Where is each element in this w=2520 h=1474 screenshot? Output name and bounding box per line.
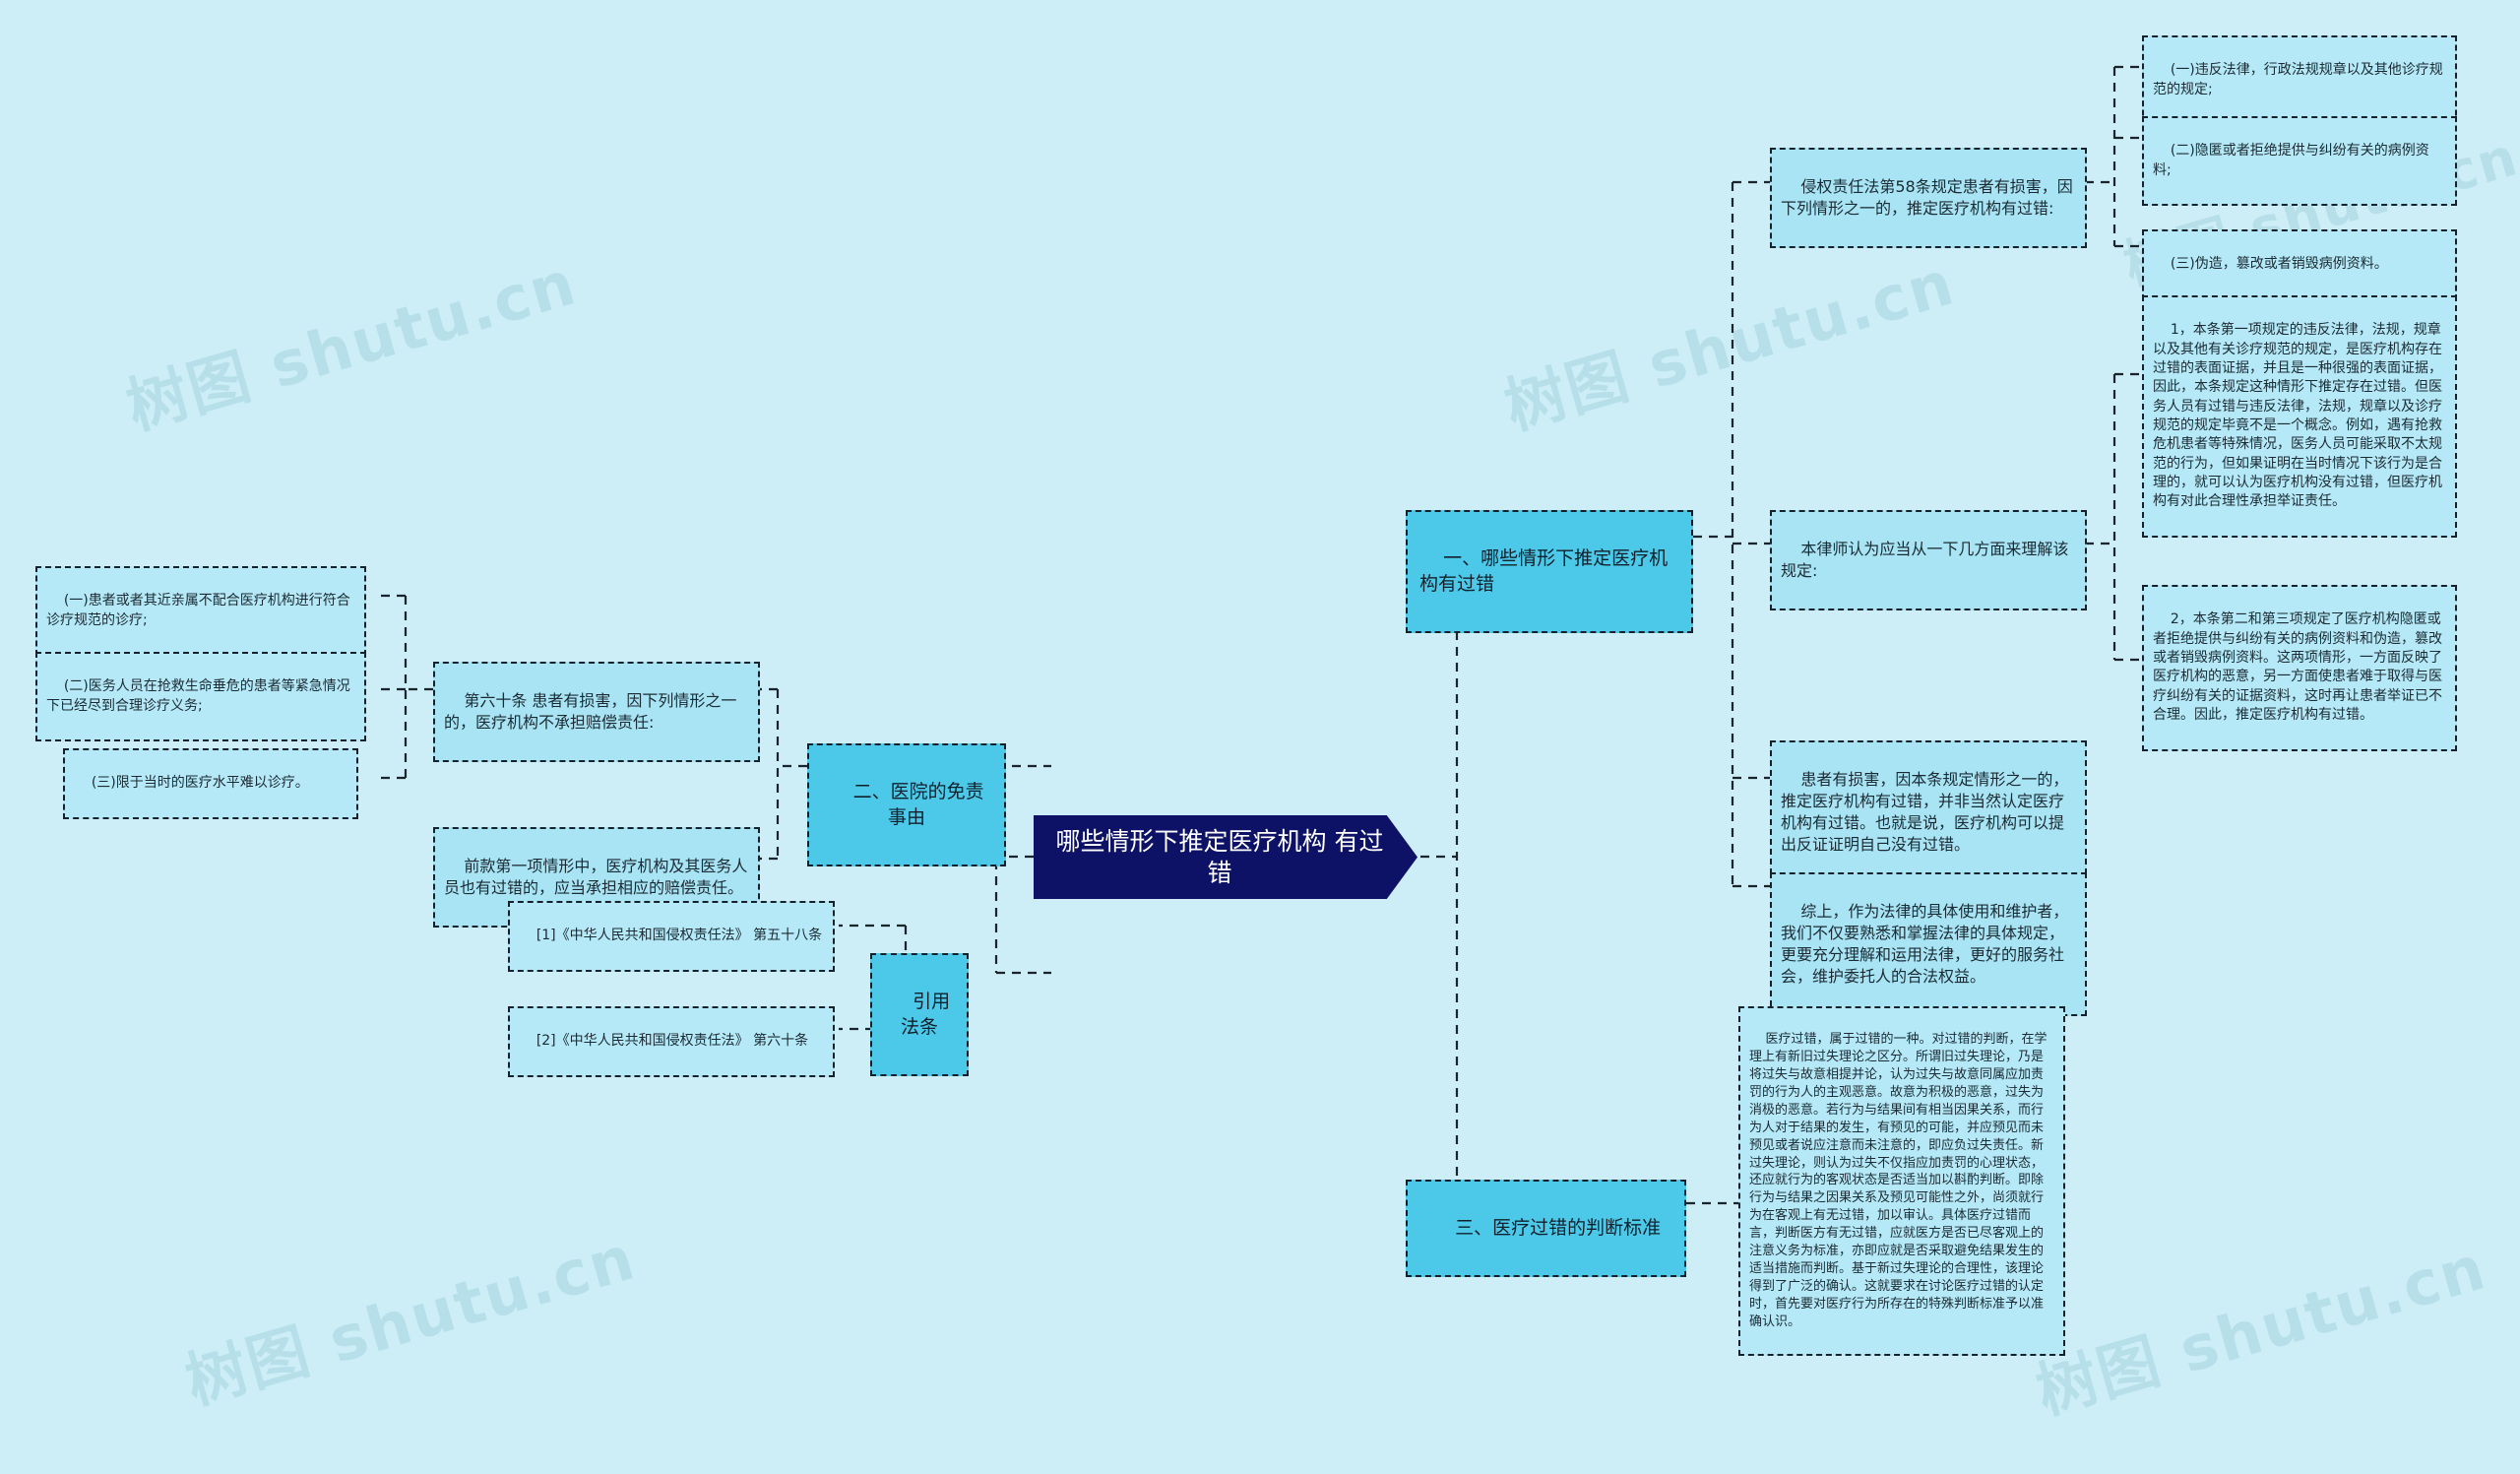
node-b2c1s3-label: (三)限于当时的医疗水平难以诊疗。 — [91, 775, 309, 792]
watermark: 树图 shutu.cn — [1496, 246, 1963, 444]
node-b2c1s1[interactable]: (一)患者或者其近亲属不配合医疗机构进行符合诊疗规范的诊疗; — [35, 566, 366, 657]
watermark: 树图 shutu.cn — [118, 246, 585, 444]
node-b1c1s3[interactable]: (三)伪造，篡改或者销毁病例资料。 — [2142, 229, 2457, 300]
node-b3c2[interactable]: [2]《中华人民共和国侵权责任法》 第六十条 — [508, 1006, 835, 1077]
node-b2c1s1-label: (一)患者或者其近亲属不配合医疗机构进行符合诊疗规范的诊疗; — [46, 593, 350, 628]
mindmap-canvas: 树图 shutu.cn 树图 shutu.cn 树图 shutu.cn 树图 s… — [0, 0, 2520, 1474]
branch-3-label: 引用法条 — [900, 991, 951, 1039]
branch-1-label: 一、哪些情形下推定医疗机构有过错 — [1419, 547, 1669, 596]
root-node[interactable]: 哪些情形下推定医疗机构 有过错 — [1034, 815, 1418, 899]
root-title: 哪些情形下推定医疗机构 有过错 — [1055, 826, 1384, 887]
node-b1c1s3-label: (三)伪造，篡改或者销毁病例资料。 — [2170, 256, 2388, 273]
node-b2c1s3[interactable]: (三)限于当时的医疗水平难以诊疗。 — [63, 748, 358, 819]
node-b1c1s2-label: (二)隐匿或者拒绝提供与纠纷有关的病例资料; — [2153, 143, 2429, 178]
node-b1c1s1[interactable]: (一)违反法律，行政法规规章以及其他诊疗规范的规定; — [2142, 35, 2457, 126]
node-b3c2-label: [2]《中华人民共和国侵权责任法》 第六十条 — [536, 1033, 809, 1050]
node-b3c1[interactable]: [1]《中华人民共和国侵权责任法》 第五十八条 — [508, 901, 835, 972]
node-b1c1s1-label: (一)违反法律，行政法规规章以及其他诊疗规范的规定; — [2153, 62, 2443, 97]
watermark: 树图 shutu.cn — [177, 1221, 644, 1419]
node-b1c4-label: 综上，作为法律的具体使用和维护者，我们不仅要熟悉和掌握法律的具体规定，更要充分理… — [1781, 902, 2069, 987]
node-b1c2s2-label: 2，本条第二和第三项规定了医疗机构隐匿或者拒绝提供与纠纷有关的病例资料和伪造，篡… — [2153, 611, 2442, 723]
node-b4c1-label: 医疗过错，属于过错的一种。对过错的判断，在学理上有新旧过失理论之区分。所谓旧过失… — [1749, 1031, 2048, 1329]
node-b1c3[interactable]: 患者有损害，因本条规定情形之一的，推定医疗机构有过错，并非当然认定医疗机构有过错… — [1770, 740, 2087, 885]
branch-node-4[interactable]: 三、医疗过错的判断标准 — [1406, 1180, 1686, 1277]
node-b1c3-label: 患者有损害，因本条规定情形之一的，推定医疗机构有过错，并非当然认定医疗机构有过错… — [1781, 770, 2069, 855]
branch-node-3[interactable]: 引用法条 — [870, 953, 969, 1076]
node-b3c1-label: [1]《中华人民共和国侵权责任法》 第五十八条 — [536, 928, 823, 944]
node-b2c1-label: 第六十条 患者有损害，因下列情形之一的，医疗机构不承担赔偿责任: — [444, 691, 737, 733]
node-b1c2[interactable]: 本律师认为应当从一下几方面来理解该规定: — [1770, 510, 2087, 611]
node-b1c1-label: 侵权责任法第58条规定患者有损害，因下列情形之一的，推定医疗机构有过错: — [1781, 177, 2073, 219]
node-b4c1[interactable]: 医疗过错，属于过错的一种。对过错的判断，在学理上有新旧过失理论之区分。所谓旧过失… — [1738, 1006, 2065, 1356]
branch-4-label: 三、医疗过错的判断标准 — [1455, 1217, 1662, 1240]
branch-node-2[interactable]: 二、医院的免责事由 — [807, 743, 1006, 866]
branch-2-label: 二、医院的免责事由 — [852, 781, 984, 829]
watermark: 树图 shutu.cn — [2028, 1231, 2494, 1429]
node-b2c1s2-label: (二)医务人员在抢救生命垂危的患者等紧急情况下已经尽到合理诊疗义务; — [46, 678, 350, 714]
node-b1c2s1[interactable]: 1，本条第一项规定的违反法律，法规，规章以及其他有关诊疗规范的规定，是医疗机构存… — [2142, 295, 2457, 538]
node-b2c2-label: 前款第一项情形中，医疗机构及其医务人员也有过错的，应当承担相应的赔偿责任。 — [444, 857, 748, 898]
node-b2c1s2[interactable]: (二)医务人员在抢救生命垂危的患者等紧急情况下已经尽到合理诊疗义务; — [35, 652, 366, 742]
node-b1c2s1-label: 1，本条第一项规定的违反法律，法规，规章以及其他有关诊疗规范的规定，是医疗机构存… — [2153, 322, 2442, 510]
node-b1c2s2[interactable]: 2，本条第二和第三项规定了医疗机构隐匿或者拒绝提供与纠纷有关的病例资料和伪造，篡… — [2142, 585, 2457, 751]
node-b1c2-label: 本律师认为应当从一下几方面来理解该规定: — [1781, 540, 2069, 581]
branch-node-1[interactable]: 一、哪些情形下推定医疗机构有过错 — [1406, 510, 1693, 633]
node-b2c1[interactable]: 第六十条 患者有损害，因下列情形之一的，医疗机构不承担赔偿责任: — [433, 662, 760, 763]
node-b1c4[interactable]: 综上，作为法律的具体使用和维护者，我们不仅要熟悉和掌握法律的具体规定，更要充分理… — [1770, 872, 2087, 1017]
node-b1c1s2[interactable]: (二)隐匿或者拒绝提供与纠纷有关的病例资料; — [2142, 116, 2457, 207]
node-b1c1[interactable]: 侵权责任法第58条规定患者有损害，因下列情形之一的，推定医疗机构有过错: — [1770, 148, 2087, 249]
